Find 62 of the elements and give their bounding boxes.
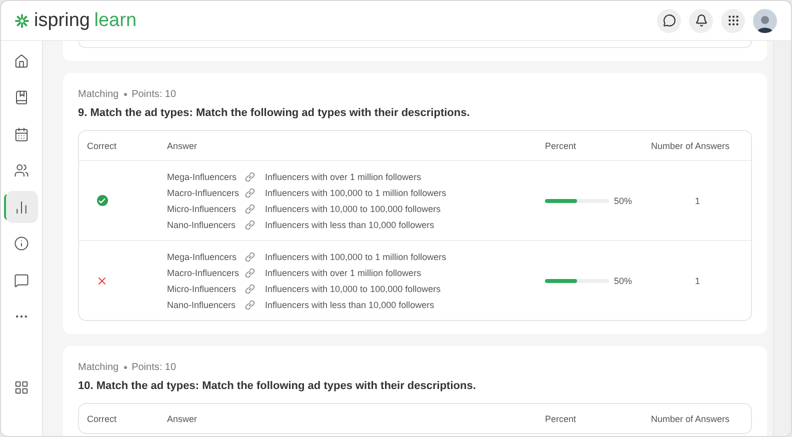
answer-count: 1	[694, 196, 702, 206]
answer-match: Influencers with 100,000 to 1 million followers	[265, 188, 448, 198]
percent-value: 50%	[614, 196, 632, 206]
book-icon	[14, 90, 29, 105]
answer-match: Influencers with less than 10,000 followers	[265, 220, 436, 230]
apps-button[interactable]	[721, 8, 745, 32]
answer-count: 1	[694, 276, 702, 286]
link-icon	[245, 220, 255, 230]
link-icon	[245, 300, 255, 310]
question-type: Matching	[78, 89, 119, 100]
question-type: Matching	[78, 362, 119, 373]
answer-term: Nano-Influencers	[167, 300, 237, 310]
question-points: Points: 10	[132, 89, 176, 100]
chat-button[interactable]	[657, 8, 681, 32]
calendar-icon	[14, 126, 29, 142]
grid-dots-icon	[726, 14, 740, 27]
column-header: Percent	[545, 140, 578, 150]
column-header: Number of Answers	[651, 414, 731, 424]
percent-value: 50%	[614, 276, 632, 286]
answer-match: Influencers with less than 10,000 followers	[265, 300, 436, 310]
column-header: Correct	[87, 140, 118, 150]
column-header: Correct	[87, 414, 118, 424]
scrollbar[interactable]	[773, 41, 791, 436]
link-icon	[245, 204, 255, 214]
answer-match: Influencers with over 1 million followers	[265, 268, 422, 278]
answer-term: Macro-Influencers	[167, 188, 240, 198]
separator-dot	[124, 93, 127, 96]
question-title: 10. Match the ad types: Match the following ad types with their descriptions.	[78, 380, 477, 392]
answer-term: Mega-Influencers	[167, 252, 238, 262]
answer-term: Mega-Influencers	[167, 172, 238, 182]
logo-text: ispring	[34, 10, 90, 30]
column-header: Percent	[545, 414, 578, 424]
link-icon	[245, 268, 255, 278]
home-icon	[14, 54, 29, 68]
answer-match: Influencers with 10,000 to 100,000 followers	[265, 284, 442, 294]
logo-product-text: learn	[94, 10, 137, 30]
reports-icon	[14, 200, 29, 214]
separator-dot	[124, 366, 127, 369]
answer-match: Influencers with 100,000 to 1 million followers	[265, 252, 448, 262]
chat-bubble-icon	[662, 14, 676, 27]
column-header: Answer	[167, 140, 198, 150]
link-icon	[245, 252, 255, 262]
reports-nav-button[interactable]	[6, 191, 38, 223]
answer-match: Influencers with 10,000 to 100,000 followers	[265, 204, 442, 214]
logo-icon	[15, 14, 29, 28]
answer-match: Influencers with over 1 million followers	[265, 172, 422, 182]
answer-term: Micro-Influencers	[167, 204, 238, 214]
bell-icon	[694, 14, 708, 27]
link-icon	[245, 284, 255, 294]
users-icon	[14, 163, 29, 178]
answer-term: Micro-Influencers	[167, 284, 238, 294]
answer-term: Macro-Influencers	[167, 268, 240, 278]
link-icon	[245, 172, 255, 182]
notifications-button[interactable]	[689, 8, 713, 32]
column-header: Answer	[167, 414, 198, 424]
link-icon	[245, 188, 255, 198]
column-header: Number of Answers	[651, 140, 731, 150]
question-title: 9. Match the ad types: Match the following ad types with their descriptions.	[78, 107, 471, 119]
answer-term: Nano-Influencers	[167, 220, 237, 230]
avatar[interactable]	[753, 8, 777, 32]
question-points: Points: 10	[132, 362, 176, 373]
info-icon	[14, 236, 29, 251]
